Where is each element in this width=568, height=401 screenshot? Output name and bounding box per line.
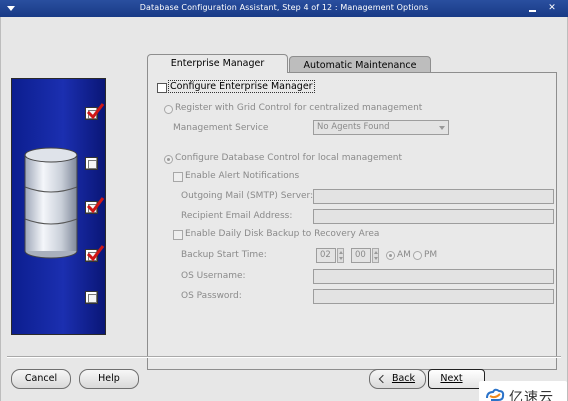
back-button-label: Back [391,373,416,384]
step-checkbox-2 [85,157,98,170]
smtp-label: Outgoing Mail (SMTP) Server: [181,191,314,201]
enable-backup-label: Enable Daily Disk Backup to Recovery Are… [185,229,380,239]
red-check-icon [86,245,105,262]
red-check-icon [86,103,105,120]
backup-start-label: Backup Start Time: [181,250,267,260]
pm-label: PM [424,250,438,260]
enable-backup-checkbox[interactable] [173,230,183,240]
title-bar: Database Configuration Assistant, Step 4… [0,0,568,17]
recipient-email-input[interactable] [313,209,554,224]
os-password-label: OS Password: [181,291,242,301]
wizard-progress-graphic [11,78,106,335]
enable-alert-checkbox[interactable] [173,172,183,182]
watermark-logo: 亿速云 [479,381,567,401]
os-username-label: OS Username: [181,271,246,281]
configure-em-label[interactable]: Configure Enterprise Manager [168,80,315,93]
cancel-button[interactable]: Cancel [11,369,71,389]
pm-radio[interactable] [413,251,422,260]
os-username-input[interactable] [313,269,554,284]
am-label: AM [397,250,411,260]
step-checkbox-1 [85,103,105,120]
enterprise-manager-panel: Configure Enterprise Manager Register wi… [147,72,557,370]
register-grid-radio[interactable] [164,105,173,114]
close-icon[interactable]: ✕ [545,2,559,14]
enable-alert-label: Enable Alert Notifications [185,171,300,181]
footer-separator [7,356,561,358]
am-radio[interactable] [386,251,395,260]
management-service-value: No Agents Found [317,122,390,132]
backup-minute-spinner[interactable] [372,248,379,263]
smtp-server-input[interactable] [313,189,554,204]
chevron-left-icon [378,374,388,384]
watermark-text: 亿速云 [509,390,554,401]
database-cylinder-icon [24,147,78,259]
configure-db-control-radio[interactable] [164,155,173,164]
step-checkbox-5 [85,291,98,304]
next-button-label: Next [440,373,463,384]
os-password-input[interactable] [313,289,554,304]
tab-enterprise-manager[interactable]: Enterprise Manager [147,54,288,73]
recipient-label: Recipient Email Address: [181,211,293,221]
backup-hour-field[interactable]: 02 [316,248,336,263]
red-check-icon [86,197,105,214]
management-service-label: Management Service [173,123,269,133]
next-button[interactable]: Next [428,369,485,389]
management-service-select[interactable]: No Agents Found [313,120,449,135]
step-checkbox-3 [85,197,105,214]
dialog-body: Enterprise Manager Automatic Maintenance… [0,17,568,401]
minimize-icon[interactable] [526,2,540,14]
back-button[interactable]: Back [369,369,426,389]
step-checkbox-4 [85,245,105,262]
backup-hour-spinner[interactable] [337,248,344,263]
cloud-logo-icon [486,388,505,401]
configure-db-control-label: Configure Database Control for local man… [175,153,403,163]
backup-minute-field[interactable]: 00 [351,248,371,263]
chevron-down-icon [439,126,445,130]
configure-em-checkbox[interactable] [157,83,167,93]
register-grid-label: Register with Grid Control for centraliz… [175,103,423,113]
window-title: Database Configuration Assistant, Step 4… [139,3,429,12]
help-button[interactable]: Help [79,369,139,389]
